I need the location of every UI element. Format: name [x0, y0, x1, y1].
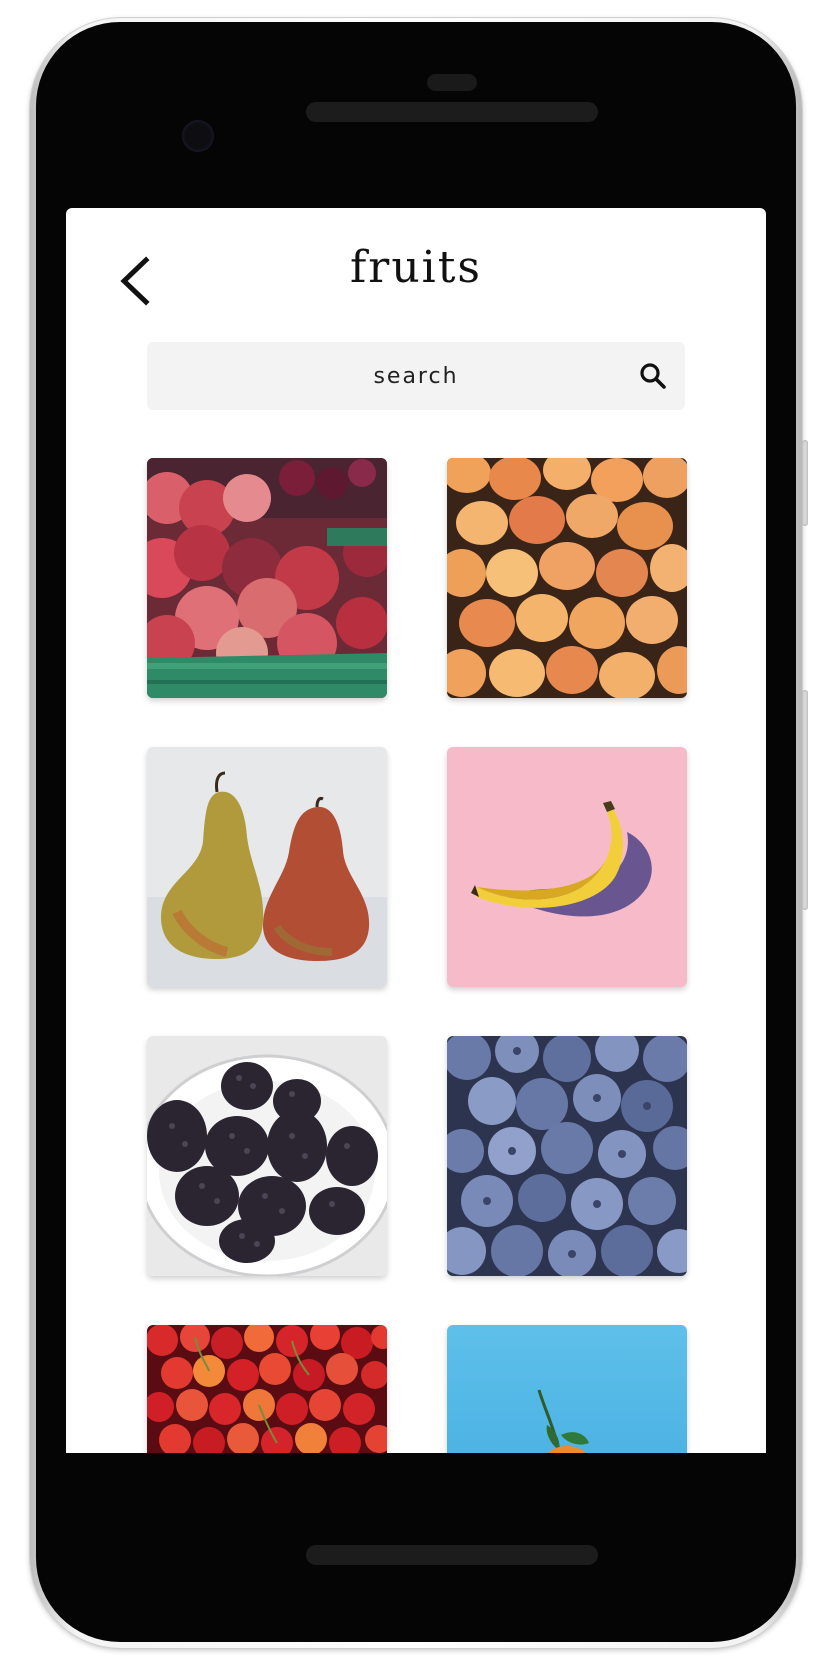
fruit-tile-apricots[interactable]: apricots: [447, 458, 687, 698]
search-bar: [147, 341, 685, 411]
blueberries-image: [447, 1036, 687, 1276]
volume-button: [802, 690, 808, 910]
fruit-tile-banana[interactable]: banana: [447, 747, 687, 987]
apples-image: [147, 458, 387, 698]
page-title: fruits: [350, 242, 482, 293]
front-camera: [182, 120, 214, 152]
search-icon: [640, 363, 666, 389]
top-speaker: [306, 102, 598, 122]
fruit-grid: apples apricots: [147, 458, 687, 1453]
fruit-tile-blueberries[interactable]: blueberries: [447, 1036, 687, 1276]
banana-image: [447, 747, 687, 987]
fruit-tile-cherries[interactable]: cherries: [147, 1325, 387, 1453]
orange-image: [447, 1325, 687, 1453]
apricots-image: [447, 458, 687, 698]
search-button[interactable]: [635, 358, 671, 394]
pears-image: [147, 747, 387, 987]
blackberries-image: [147, 1036, 387, 1276]
earpiece: [427, 74, 477, 91]
fruit-tile-blackberries[interactable]: blackberries: [147, 1036, 387, 1276]
fruit-tile-orange[interactable]: orange: [447, 1325, 687, 1453]
bottom-speaker: [306, 1545, 598, 1565]
power-button: [802, 440, 808, 526]
cherries-image: [147, 1325, 387, 1453]
search-input[interactable]: [147, 341, 685, 411]
fruit-tile-pears[interactable]: pears: [147, 747, 387, 987]
app-screen: fruits apples: [66, 208, 766, 1453]
fruit-tile-apples[interactable]: apples: [147, 458, 387, 698]
